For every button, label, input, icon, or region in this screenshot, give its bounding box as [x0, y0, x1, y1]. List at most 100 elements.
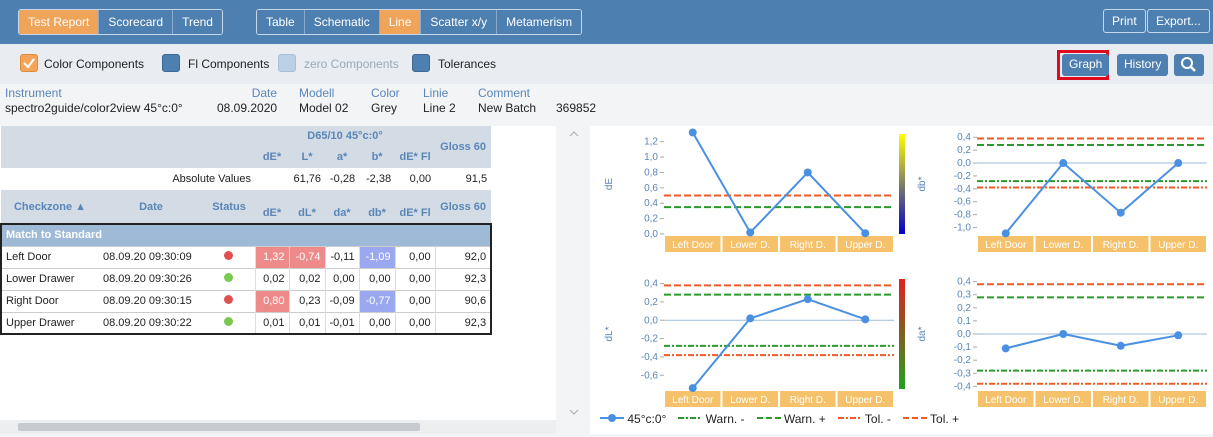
modell-info: Modell Model 02: [299, 86, 348, 115]
status-dot-icon: [224, 251, 234, 260]
data-point: [803, 168, 812, 177]
category-label: Upper D.: [845, 240, 885, 251]
print-button[interactable]: Print: [1103, 9, 1146, 33]
tab-line[interactable]: Line: [379, 10, 422, 34]
date-value: 08.09.2020: [217, 101, 278, 115]
instrument-label: Instrument: [5, 86, 62, 100]
color-components-label: Color Components: [44, 57, 145, 71]
color-label: Color: [371, 86, 400, 100]
legend-item-warn-minus: Warn. -: [678, 412, 745, 426]
tab-scorecard[interactable]: Scorecard: [99, 10, 174, 34]
status-dot-icon: [224, 273, 234, 282]
tolerances-label: Tolerances: [438, 57, 497, 71]
tick-label: 0,1: [957, 316, 971, 327]
category-label: Left Door: [985, 395, 1027, 406]
zero-components-checkbox[interactable]: [278, 54, 296, 72]
data-rows: Left Door 08.09.20 09:30:09 1,32 -0,74 -0,11…: [1, 245, 492, 334]
view-type-group: Table Schematic Line Scatter x/y Metamer…: [256, 9, 583, 35]
table-row[interactable]: Lower Drawer 08.09.20 09:30:26 0,02 0,02 0,0…: [1, 267, 492, 290]
tab-scatter[interactable]: Scatter x/y: [421, 10, 498, 34]
group-header[interactable]: Match to Standard: [0, 223, 493, 246]
modell-label: Modell: [299, 86, 335, 100]
tick-label: 0,0: [644, 315, 658, 326]
data-point: [1001, 344, 1010, 353]
status-dot-icon: [224, 316, 234, 326]
date-header[interactable]: Date: [99, 190, 203, 224]
col-header-de2: dE*: [255, 202, 289, 224]
scroll-thumb[interactable]: [18, 423, 420, 431]
charts-panel: dE 0,0 0,2 0,4 0,6 0,8 1,0 1,2 Left Door Lower D.…: [584, 126, 1213, 434]
table-row[interactable]: Upper Drawer 08.09.20 09:30:22 0,01 0,01 -0,…: [1, 311, 492, 334]
table-row[interactable]: Left Door 08.09.20 09:30:09 1,32 -0,74 -0,11…: [1, 245, 492, 268]
scroll-down-icon[interactable]: [569, 409, 579, 415]
results-table: D65/10 45°c:0° Gloss 60 dE* L* a* b* dE*…: [0, 126, 493, 335]
row-name: Right Door: [1, 289, 99, 312]
export-button[interactable]: Export...: [1147, 9, 1210, 33]
table-horizontal-scrollbar[interactable]: [0, 420, 556, 434]
series-line: [691, 131, 866, 235]
extra-value: 369852: [556, 101, 597, 115]
data-point: [688, 128, 697, 137]
search-button[interactable]: [1174, 54, 1204, 76]
table-row[interactable]: Right Door 08.09.20 09:30:15 0,80 0,23 -0,09…: [1, 289, 492, 312]
category-label: Right D.: [790, 240, 826, 251]
category-label: Left Door: [985, 240, 1027, 251]
tick-label: 0,0: [957, 329, 971, 340]
tab-table[interactable]: Table: [257, 10, 305, 34]
date-info: Date 08.09.2020: [217, 86, 277, 115]
data-point: [1116, 208, 1125, 217]
data-point: [861, 229, 870, 238]
series-line: [1004, 161, 1179, 234]
y-axis-label: da*: [917, 326, 928, 341]
scroll-up-icon[interactable]: [569, 131, 579, 137]
absolute-label: Absolute Values: [172, 173, 251, 185]
checkmark-icon: [23, 58, 35, 69]
tick-label: -0,2: [641, 334, 659, 345]
tolerances-checkbox[interactable]: [412, 54, 430, 72]
value-cell: -0,77: [358, 289, 396, 312]
value-cell: 90,6: [434, 289, 492, 312]
status-header[interactable]: Status: [203, 190, 255, 224]
category-label: Left Door: [672, 240, 714, 251]
date-label: Date: [251, 86, 278, 100]
color-components-checkbox[interactable]: [20, 54, 38, 72]
data-point: [688, 384, 697, 393]
tab-trend[interactable]: Trend: [173, 10, 222, 34]
category-label: Right D.: [1103, 395, 1139, 406]
col-header-da: da*: [325, 202, 360, 224]
linie-label: Linie: [423, 86, 449, 100]
table-vertical-scrollbar[interactable]: [560, 126, 588, 420]
results-table-panel: D65/10 45°c:0° Gloss 60 dE* L* a* b* dE*…: [0, 126, 556, 420]
col-header-a: a*: [325, 146, 360, 168]
value-cell: 0,01: [288, 311, 325, 334]
col-header-db: db*: [359, 202, 396, 224]
absolute-value: 0,00: [409, 173, 432, 185]
checkzone-header[interactable]: Checkzone ▲: [1, 190, 99, 224]
legend-item-series: 45°c:0°: [600, 412, 666, 426]
linie-value: Line 2: [423, 101, 456, 115]
series-line: [1005, 332, 1179, 350]
gloss-header-2: Gloss 60: [435, 190, 492, 224]
category-label: Upper D.: [1158, 240, 1198, 251]
data-point: [746, 228, 755, 237]
tab-schematic[interactable]: Schematic: [304, 10, 380, 34]
tab-metamerism[interactable]: Metamerism: [497, 10, 582, 34]
col-header-l: L*: [289, 146, 325, 168]
value-cell: 92,0: [434, 245, 492, 268]
value-cell: 0,02: [288, 267, 325, 290]
fl-components-checkbox[interactable]: [162, 54, 180, 72]
category-label: Upper D.: [1158, 395, 1198, 406]
tab-test-report[interactable]: Test Report: [19, 10, 100, 34]
col-header-defl2: dE* Fl: [395, 202, 436, 224]
status-cell: [203, 267, 255, 290]
history-button[interactable]: History: [1117, 54, 1169, 76]
value-cell: 1,32: [254, 245, 289, 268]
status-cell: [203, 245, 255, 268]
colorbar: [899, 134, 905, 234]
extra-info: 369852: [556, 86, 596, 115]
value-cell: -0,11: [324, 245, 360, 268]
row-date: 08.09.20 09:30:26: [99, 267, 203, 290]
category-label: Lower D.: [1043, 395, 1083, 406]
graph-button[interactable]: Graph: [1062, 54, 1110, 76]
value-cell: 0,00: [394, 311, 436, 334]
